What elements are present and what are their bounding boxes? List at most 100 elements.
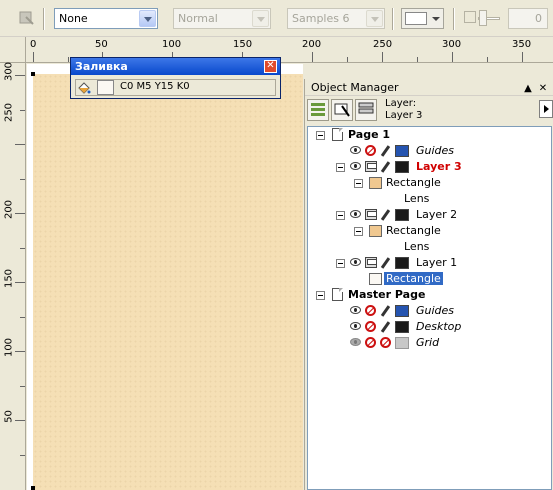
tree-node-label: Master Page [348,288,426,301]
slider-thumb[interactable] [479,10,487,26]
ruler-label: 150 [3,268,15,289]
ruler-tick [347,57,348,62]
fill-bucket-icon [78,82,91,94]
eye-icon[interactable] [350,210,361,218]
collapse-toggle[interactable] [354,227,363,236]
no-print-icon[interactable] [365,145,376,156]
eye-hidden-icon[interactable] [350,338,361,346]
pencil-icon[interactable] [380,161,391,173]
layer-color-swatch[interactable] [395,305,409,317]
printer-icon[interactable] [365,257,377,268]
chevron-down-icon[interactable] [139,10,156,27]
ruler-tick [15,144,25,145]
no-print-icon[interactable] [365,337,376,348]
close-button[interactable]: ✕ [264,60,277,73]
eye-icon[interactable] [350,258,361,266]
layer-manager-view-button[interactable] [355,99,377,121]
mode-select[interactable]: Normal [173,8,271,29]
collapse-toggle[interactable] [336,259,345,268]
tree-node-label: Grid [416,336,440,349]
tree-node-rectangle[interactable]: Rectangle [308,223,551,239]
tree-node-label: Guides [416,304,455,317]
printer-icon[interactable] [365,161,377,172]
samples-select[interactable]: Samples 6 [287,8,385,29]
outline-select[interactable]: None [54,8,158,29]
tree-node-desktop[interactable]: Desktop [308,319,551,335]
page-rectangle[interactable] [33,74,303,490]
no-print-icon[interactable] [365,305,376,316]
tree-node-master-guides[interactable]: Guides [308,303,551,319]
eye-icon[interactable] [350,306,361,314]
printer-icon[interactable] [365,209,377,220]
tree-node-label: Lens [404,192,430,205]
property-bar: None Normal Samples 6 0 [0,0,553,37]
ruler-tick [15,351,25,352]
collapse-toggle[interactable] [354,179,363,188]
layer-color-swatch[interactable] [395,145,409,157]
layer-color-swatch[interactable] [395,321,409,333]
ruler-label: 0 [30,39,37,50]
tree-node-rectangle-selected[interactable]: Rectangle [308,271,551,287]
pencil-icon[interactable] [380,257,391,269]
collapse-toggle[interactable] [336,163,345,172]
collapse-toggle[interactable] [316,131,325,140]
edit-across-layers-button[interactable] [331,99,353,121]
layer-color-swatch[interactable] [395,209,409,221]
flyout-menu-button[interactable] [539,100,553,118]
collapse-toggle[interactable] [316,291,325,300]
pencil-icon[interactable] [380,321,391,333]
tree-node-layer3[interactable]: Layer 3 [308,159,551,175]
tree-node-label: Rectangle [386,176,441,189]
collapse-toggle[interactable] [336,211,345,220]
layer-color-swatch[interactable] [395,161,409,173]
eye-icon[interactable] [350,162,361,170]
pencil-icon[interactable] [380,305,391,317]
layer-name: Layer 3 [385,110,423,121]
tree-node-layer2[interactable]: Layer 2 [308,207,551,223]
tree-node-layer1[interactable]: Layer 1 [308,255,551,271]
ruler-label: 250 [3,102,15,123]
vertical-ruler[interactable]: 300 250 200 150 100 50 [0,61,26,490]
tree-node-grid[interactable]: Grid [308,335,551,351]
number-field[interactable]: 0 [508,8,548,29]
show-properties-button[interactable] [307,99,329,121]
chevron-down-icon[interactable] [366,10,383,27]
fill-docker-title: Заливка [75,60,128,73]
layer-color-swatch[interactable] [395,337,409,349]
pencil-icon[interactable] [380,145,391,157]
ruler-label: 350 [512,39,532,50]
eye-icon[interactable] [350,322,361,330]
object-manager-panel: Object Manager ▲ ✕ Layer: Layer 3 Page 1… [304,79,553,490]
object-manager-titlebar[interactable]: Object Manager ▲ ✕ [305,79,553,96]
tree-node-master-page[interactable]: Master Page [308,287,551,303]
selection-handle[interactable] [31,72,35,76]
tree-node-guides[interactable]: Guides [308,143,551,159]
tree-node-lens[interactable]: Lens [308,191,551,207]
ruler-label: 50 [95,39,108,50]
ruler-tick [15,75,25,76]
pencil-icon[interactable] [380,209,391,221]
no-print-icon[interactable] [365,321,376,332]
drawing-canvas[interactable] [27,64,303,490]
chevron-down-icon[interactable] [252,10,269,27]
tree-node-label: Desktop [416,320,462,333]
ruler-tick [20,179,25,180]
tree-node-lens[interactable]: Lens [308,239,551,255]
tree-node-label: Layer 1 [416,256,458,269]
eye-icon[interactable] [350,146,361,154]
mode-select-value: Normal [178,12,218,25]
layer-color-swatch[interactable] [395,257,409,269]
no-edit-icon[interactable] [380,337,391,348]
ruler-label: 300 [3,61,15,82]
object-fill-swatch [369,177,382,189]
close-icon[interactable]: ✕ [537,80,549,97]
layer-label: Layer: [385,98,417,109]
tree-node-page1[interactable]: Page 1 [308,127,551,143]
fill-color-picker[interactable] [401,8,444,29]
selection-handle[interactable] [31,486,35,490]
fill-docker-titlebar[interactable]: Заливка ✕ [71,58,280,75]
ruler-tick [68,57,69,62]
interactive-tool-icon[interactable] [18,9,36,27]
tree-node-rectangle[interactable]: Rectangle [308,175,551,191]
collapse-icon[interactable]: ▲ [522,80,534,97]
